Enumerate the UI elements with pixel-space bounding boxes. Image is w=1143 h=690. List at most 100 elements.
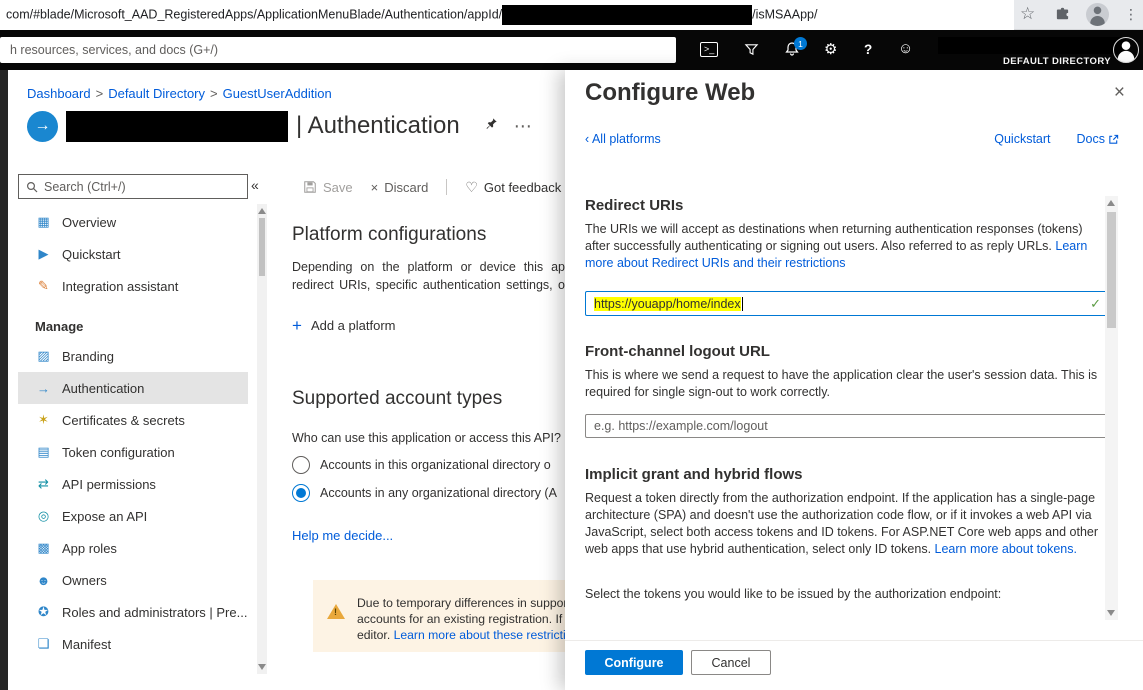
platform-desc-line2: redirect URIs, specific authentication s…	[292, 276, 565, 294]
sidebar-item-owners[interactable]: ☻ Owners	[18, 564, 248, 596]
valid-check-icon: ✓	[1090, 296, 1101, 312]
warning-line3: editor. Learn more about these restricti…	[357, 628, 589, 642]
cancel-button[interactable]: Cancel	[691, 650, 771, 675]
quickstart-link[interactable]: Quickstart	[994, 132, 1050, 146]
sidebar-item-label: Certificates & secrets	[62, 413, 185, 428]
sidebar-item-quickstart[interactable]: ▶ Quickstart	[18, 238, 248, 270]
discard-button[interactable]: × Discard	[371, 180, 429, 195]
browser-chrome: com/#blade/Microsoft_AAD_RegisteredApps/…	[0, 0, 1143, 30]
radio-unselected-icon	[292, 456, 310, 474]
discard-icon: ×	[371, 180, 379, 195]
app-roles-icon: ▩	[35, 540, 52, 556]
url-text: com/#blade/Microsoft_AAD_RegisteredApps/…	[6, 5, 817, 25]
sidebar-item-label: Roles and administrators | Pre...	[62, 605, 247, 620]
scroll-up-icon[interactable]	[1107, 200, 1115, 206]
panel-scrollbar-thumb[interactable]	[1107, 212, 1116, 328]
sidebar-item-authentication[interactable]: → Authentication	[18, 372, 248, 404]
bookmark-star-icon[interactable]: ☆	[1020, 4, 1035, 24]
manifest-icon: ❏	[35, 636, 52, 652]
redirect-uris-heading: Redirect URIs	[585, 197, 683, 214]
sidebar-item-token-configuration[interactable]: ▤ Token configuration	[18, 436, 248, 468]
app-title-row: → | Authentication ⋯	[27, 109, 532, 143]
notifications-bell-icon[interactable]: 1	[784, 41, 800, 62]
radio-label: Accounts in this organizational director…	[320, 456, 560, 474]
directory-filter-icon[interactable]	[744, 42, 759, 62]
breadcrumb-link-dashboard[interactable]: Dashboard	[27, 86, 91, 101]
notification-badge: 1	[794, 37, 807, 50]
url-suffix: /isMSAApp/	[752, 7, 817, 21]
radio-accounts-this-directory[interactable]: Accounts in this organizational director…	[292, 456, 560, 474]
left-edge-strip	[0, 70, 8, 690]
sidebar-scrollbar[interactable]	[257, 204, 267, 674]
panel-scrollbar[interactable]	[1105, 196, 1118, 620]
branding-icon: ▨	[35, 348, 52, 364]
scroll-up-icon[interactable]	[258, 208, 266, 214]
sidebar-search-input[interactable]: Search (Ctrl+/)	[18, 174, 248, 199]
redirect-uris-description: The URIs we will accept as destinations …	[585, 221, 1110, 272]
chevron-left-icon: ‹	[585, 132, 589, 146]
sidebar-item-label: Expose an API	[62, 509, 147, 524]
scroll-down-icon[interactable]	[258, 664, 266, 670]
breadcrumb: Dashboard>Default Directory>GuestUserAdd…	[27, 86, 332, 101]
more-options-icon[interactable]: ⋯	[514, 116, 532, 137]
sidebar-item-label: Manifest	[62, 637, 111, 652]
account-avatar[interactable]	[1113, 37, 1139, 63]
sidebar-item-app-roles[interactable]: ▩ App roles	[18, 532, 248, 564]
configure-button[interactable]: Configure	[585, 650, 683, 675]
global-search-input[interactable]: h resources, services, and docs (G+/)	[0, 37, 676, 63]
panel-footer: Configure Cancel	[565, 640, 1143, 690]
help-icon[interactable]: ?	[864, 42, 872, 57]
redirect-uri-value: https://youapp/home/index	[594, 297, 741, 311]
sidebar-item-label: Overview	[62, 215, 116, 230]
sidebar-item-overview[interactable]: ▦ Overview	[18, 206, 248, 238]
redirect-uri-input[interactable]: https://youapp/home/index ✓	[585, 291, 1110, 316]
restrictions-link[interactable]: Learn more about these restrictions.	[394, 628, 589, 642]
close-panel-icon[interactable]: ×	[1114, 82, 1125, 104]
sidebar-scrollbar-thumb[interactable]	[259, 218, 265, 276]
browser-menu-icon[interactable]: ⋮	[1124, 6, 1138, 23]
toolbar-divider	[446, 179, 447, 195]
collapse-sidebar-button[interactable]: «	[251, 177, 259, 193]
extensions-puzzle-icon[interactable]	[1055, 7, 1070, 27]
front-channel-logout-input[interactable]	[585, 414, 1110, 438]
settings-gear-icon[interactable]: ⚙	[824, 40, 837, 58]
overview-icon: ▦	[35, 214, 52, 230]
sidebar-item-manifest[interactable]: ❏ Manifest	[18, 628, 248, 660]
tokens-learn-more-link[interactable]: Learn more about tokens.	[935, 542, 1077, 556]
pin-icon[interactable]	[484, 117, 498, 136]
sidebar-item-branding[interactable]: ▨ Branding	[18, 340, 248, 372]
app-name-redaction	[66, 111, 288, 142]
all-platforms-link[interactable]: ‹ All platforms	[585, 132, 661, 146]
docs-link[interactable]: Docs	[1077, 132, 1105, 146]
feedback-button[interactable]: ♡ Got feedback	[465, 179, 561, 196]
owners-icon: ☻	[35, 573, 52, 588]
feedback-smiley-icon[interactable]: ☺	[898, 40, 913, 57]
quickstart-icon: ▶	[35, 246, 52, 262]
browser-profile-avatar[interactable]	[1086, 3, 1109, 26]
radio-accounts-any-directory[interactable]: Accounts in any organizational directory…	[292, 484, 560, 502]
breadcrumb-link-default-directory[interactable]: Default Directory	[108, 86, 205, 101]
sidebar-item-roles-and-administrators[interactable]: ✪ Roles and administrators | Pre...	[18, 596, 248, 628]
tokens-prompt: Select the tokens you would like to be i…	[585, 586, 1110, 603]
app-registration-icon: →	[27, 111, 58, 142]
account-types-question: Who can use this application or access t…	[292, 429, 565, 447]
url-bar[interactable]: com/#blade/Microsoft_AAD_RegisteredApps/…	[0, 0, 1014, 30]
sidebar-item-certificates-secrets[interactable]: ✶ Certificates & secrets	[18, 404, 248, 436]
radio-label: Accounts in any organizational directory…	[320, 484, 560, 502]
sidebar-nav: ▦ Overview ▶ Quickstart ✎ Integration as…	[18, 206, 248, 660]
sidebar-item-expose-an-api[interactable]: ◎ Expose an API	[18, 500, 248, 532]
implicit-grant-heading: Implicit grant and hybrid flows	[585, 466, 803, 483]
sidebar-item-integration-assistant[interactable]: ✎ Integration assistant	[18, 270, 248, 302]
help-me-decide-link[interactable]: Help me decide...	[292, 528, 393, 543]
sidebar-item-label: Quickstart	[62, 247, 121, 262]
external-link-icon	[1108, 134, 1119, 145]
breadcrumb-link-guestuseraddition[interactable]: GuestUserAddition	[223, 86, 332, 101]
cloud-shell-icon[interactable]: >_	[700, 42, 718, 57]
sidebar-section-manage: Manage	[18, 314, 248, 340]
text-caret	[742, 297, 743, 311]
feedback-label: Got feedback	[484, 180, 561, 195]
save-button[interactable]: Save	[303, 180, 353, 195]
sidebar-item-api-permissions[interactable]: ⇄ API permissions	[18, 468, 248, 500]
add-platform-button[interactable]: + Add a platform	[292, 317, 395, 334]
scroll-down-icon[interactable]	[1107, 610, 1115, 616]
